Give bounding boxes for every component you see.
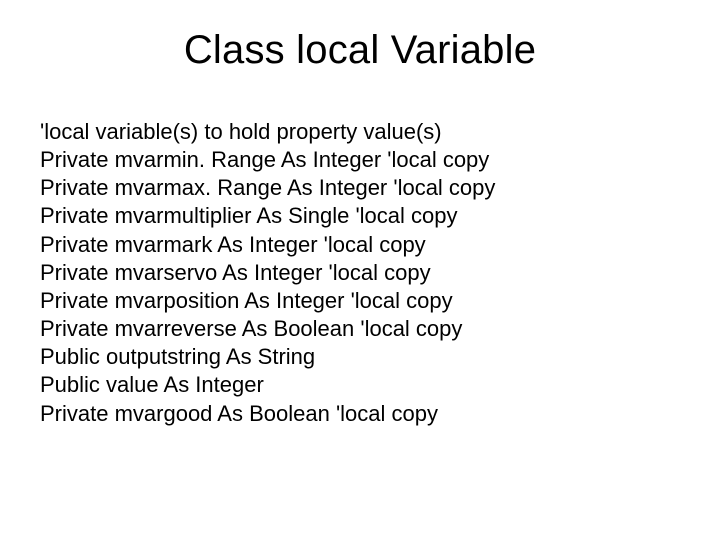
slide-body: 'local variable(s) to hold property valu… — [40, 118, 680, 428]
slide: Class local Variable 'local variable(s) … — [0, 0, 720, 540]
code-line: Private mvarmin. Range As Integer 'local… — [40, 146, 680, 174]
code-line: Public value As Integer — [40, 371, 680, 399]
code-line: Private mvarmultiplier As Single 'local … — [40, 202, 680, 230]
code-line: Private mvarreverse As Boolean 'local co… — [40, 315, 680, 343]
code-line: Private mvarmark As Integer 'local copy — [40, 231, 680, 259]
code-line: Private mvarposition As Integer 'local c… — [40, 287, 680, 315]
code-line: 'local variable(s) to hold property valu… — [40, 118, 680, 146]
code-line: Private mvargood As Boolean 'local copy — [40, 400, 680, 428]
code-line: Private mvarservo As Integer 'local copy — [40, 259, 680, 287]
slide-title: Class local Variable — [0, 28, 720, 73]
code-line: Private mvarmax. Range As Integer 'local… — [40, 174, 680, 202]
code-line: Public outputstring As String — [40, 343, 680, 371]
